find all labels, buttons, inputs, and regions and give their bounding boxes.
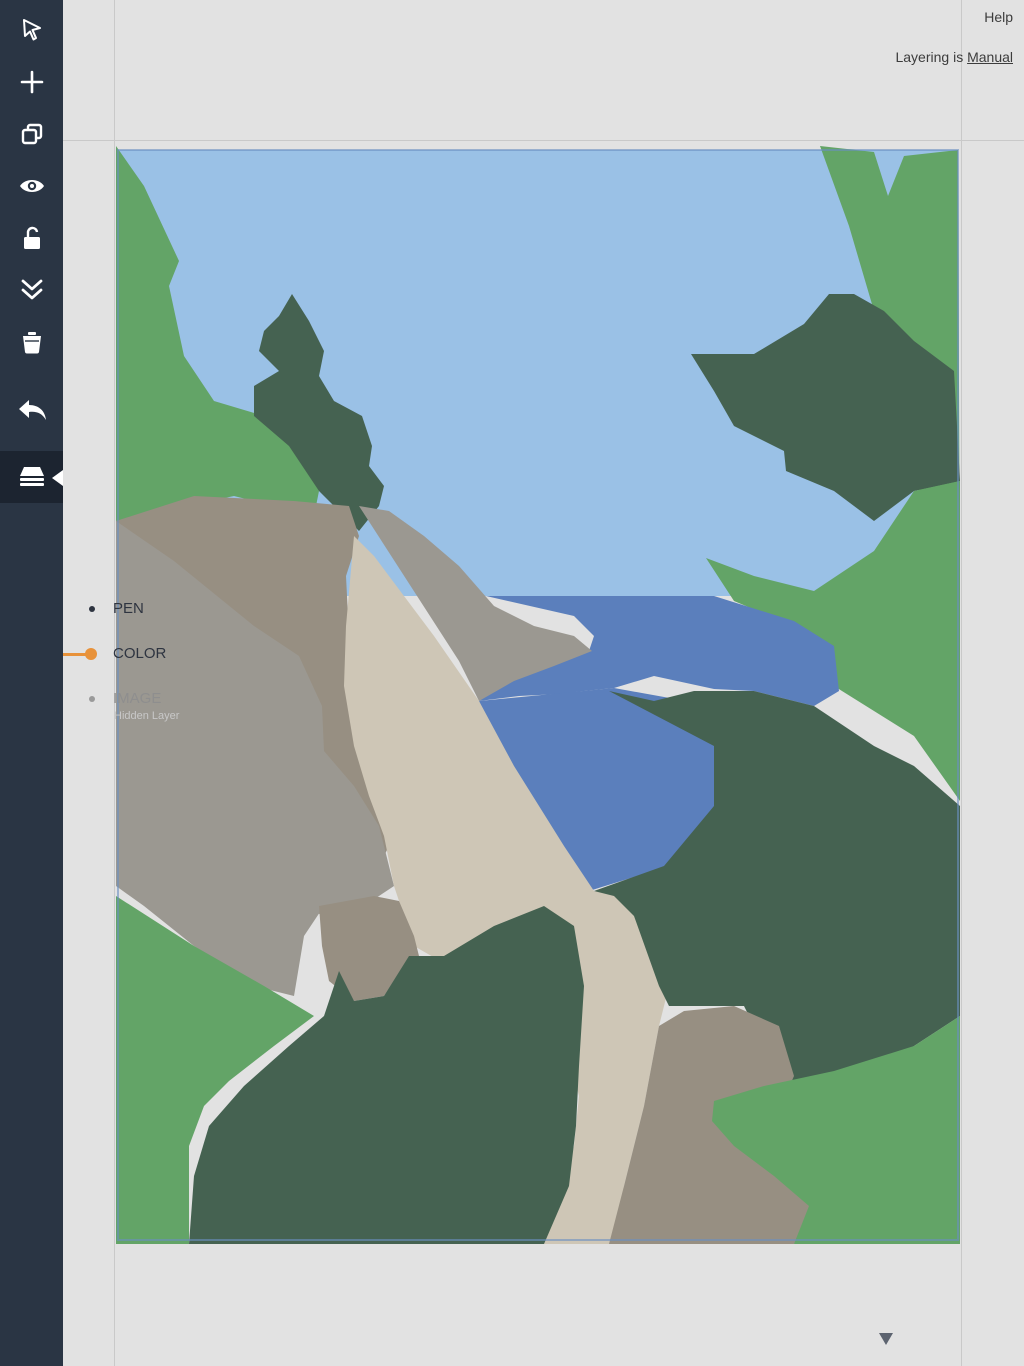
trash-icon [22, 332, 41, 354]
layering-label: Layering is [895, 49, 964, 65]
visibility-toggle-button[interactable] [0, 164, 63, 208]
duplicate-button[interactable] [0, 112, 63, 156]
left-toolbar [0, 0, 63, 1366]
help-link[interactable]: Help [984, 9, 1013, 25]
drawing-canvas[interactable] [114, 146, 960, 1244]
plus-icon [20, 70, 43, 94]
scroll-down-arrow-icon[interactable] [879, 1333, 893, 1345]
guide-line-horizontal-top [63, 140, 1024, 141]
layer-dot [89, 696, 95, 702]
landscape-artwork [116, 146, 960, 1244]
layer-dot [89, 606, 95, 612]
add-button[interactable] [0, 60, 63, 104]
layer-item-pen[interactable]: PEN [63, 598, 183, 620]
lock-toggle-button[interactable] [0, 216, 63, 260]
undo-button[interactable] [0, 388, 63, 432]
layer-item-color[interactable]: COLOR [63, 643, 183, 665]
delete-button[interactable] [0, 320, 63, 364]
send-back-button[interactable] [0, 268, 63, 312]
undo-arrow-icon [18, 400, 46, 420]
active-tool-indicator [52, 470, 63, 486]
layering-status: Layering is Manual [895, 49, 1013, 65]
layer-image-status: Hidden Layer [114, 710, 180, 722]
eye-icon [19, 180, 44, 192]
pointer-tool-button[interactable] [0, 8, 63, 52]
unlock-icon [23, 226, 40, 249]
layer-label-color: COLOR [113, 645, 167, 662]
double-chevron-down-icon [21, 279, 42, 300]
layer-label-image: IMAGE [113, 690, 162, 707]
guide-line-vertical-right [961, 0, 962, 1366]
layer-item-image[interactable]: IMAGE [63, 688, 183, 710]
selected-layer-dot [85, 648, 97, 660]
cursor-arrow-icon [22, 19, 41, 41]
layer-label-pen: PEN [113, 600, 144, 617]
duplicate-icon [21, 123, 42, 145]
layers-icon [19, 467, 44, 486]
layering-mode-link[interactable]: Manual [967, 49, 1013, 65]
